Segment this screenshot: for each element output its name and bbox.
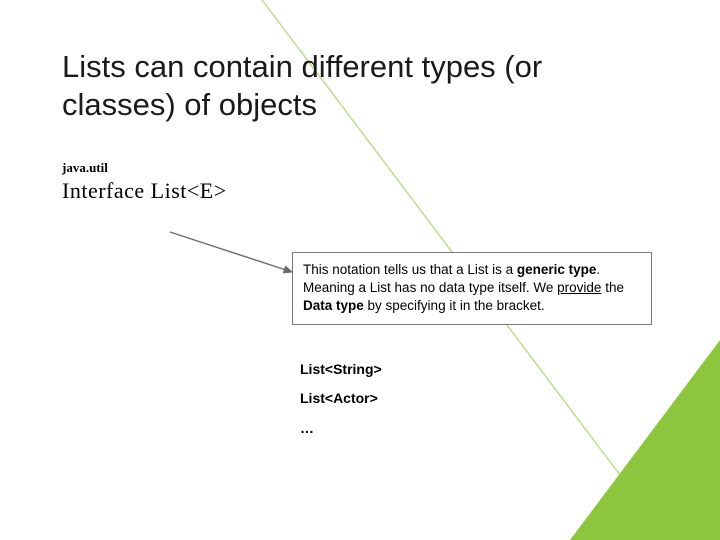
arrow-to-callout xyxy=(120,228,320,298)
slide-title: Lists can contain different types (or cl… xyxy=(62,48,582,124)
interface-text: Interface List<E> xyxy=(62,178,227,203)
interface-declaration: Interface List<E> xyxy=(62,178,660,204)
slide-body: Lists can contain different types (or cl… xyxy=(0,0,720,204)
callout-bold-data-type: Data type xyxy=(303,298,364,313)
examples-list: List<String> List<Actor> … xyxy=(300,355,382,443)
callout-bold-generic-type: generic type xyxy=(517,262,597,277)
callout-underline-provide: provide xyxy=(557,280,601,295)
callout-text-3: the xyxy=(601,280,624,295)
callout-text-1: This notation tells us that a List is a xyxy=(303,262,517,277)
example-item: List<Actor> xyxy=(300,384,382,413)
callout-text-4: by specifying it in the bracket. xyxy=(364,298,545,313)
example-item: … xyxy=(300,414,382,443)
package-name: java.util xyxy=(62,160,660,176)
example-item: List<String> xyxy=(300,355,382,384)
explanation-callout: This notation tells us that a List is a … xyxy=(292,252,652,325)
java-type-block: java.util Interface List<E> xyxy=(62,160,660,204)
